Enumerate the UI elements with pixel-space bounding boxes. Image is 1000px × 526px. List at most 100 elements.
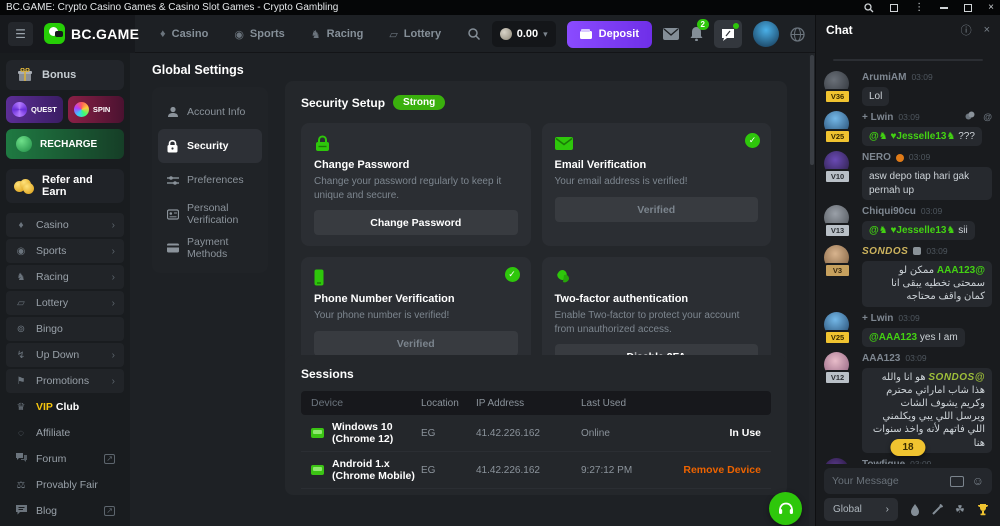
- card-description: Enable Two-factor to protect your accoun…: [555, 309, 759, 336]
- search-icon[interactable]: [864, 3, 874, 13]
- settings-tab-payment-methods[interactable]: Payment Methods: [158, 231, 262, 265]
- window-titlebar: BC.GAME: Crypto Casino Games & Casino Sl…: [0, 0, 1000, 15]
- brand-logo[interactable]: BC.GAME: [44, 23, 139, 44]
- username[interactable]: Chiqui90cu: [862, 205, 916, 218]
- remove-device-button[interactable]: Remove Device: [666, 464, 761, 476]
- chat-channel-selector[interactable]: Global ›: [824, 498, 898, 521]
- emoji-icon[interactable]: ☺: [972, 475, 984, 487]
- gold-coins-icon: [14, 179, 34, 193]
- language-globe-icon[interactable]: [790, 27, 805, 42]
- message-bubble: @AAA123 ممكن لو سمحتى تخطيه يبقى انا كما…: [862, 261, 992, 307]
- device-monitor-icon: [311, 428, 324, 438]
- chat-message-input[interactable]: [832, 475, 942, 487]
- refer-and-earn-button[interactable]: Refer and Earn: [6, 169, 124, 203]
- username[interactable]: Towfique: [862, 458, 905, 464]
- refer-label: Refer and Earn: [42, 174, 116, 198]
- mention[interactable]: @♞ ♥Jesselle13♞: [869, 225, 955, 236]
- chevron-right-icon: ›: [112, 298, 115, 309]
- bonus-button[interactable]: Bonus: [6, 60, 124, 90]
- sidebar-item-affiliate[interactable]: ◌ Affiliate: [6, 421, 124, 445]
- chat-close-icon[interactable]: ×: [984, 24, 990, 36]
- settings-tab-personal-verification[interactable]: Personal Verification: [158, 197, 262, 231]
- sidebar-item-sports[interactable]: ◉ Sports ›: [6, 239, 124, 263]
- settings-tab-account-info[interactable]: Account Info: [158, 95, 262, 129]
- sidebar-item-casino[interactable]: ♦ Casino ›: [6, 213, 124, 237]
- settings-tab-label: Preferences: [187, 174, 244, 186]
- col-last-used: Last Used: [581, 398, 666, 409]
- new-messages-badge[interactable]: 18: [890, 439, 925, 456]
- username[interactable]: ArumiAM: [862, 71, 906, 84]
- recharge-button[interactable]: RECHARGE: [6, 129, 124, 159]
- card-title: Change Password: [314, 159, 518, 171]
- email-verified-button[interactable]: Verified: [555, 197, 759, 222]
- lottery-icon: ▱: [15, 298, 27, 309]
- settings-tab-security[interactable]: Security: [158, 129, 262, 163]
- message-bubble: @SONDOS هو انا والله هذا شاب اماراتي محت…: [862, 368, 992, 453]
- deposit-button[interactable]: Deposit: [567, 21, 652, 48]
- session-location: EG: [421, 428, 476, 439]
- sidebar-item-label: Affiliate: [36, 427, 115, 439]
- nav-sports[interactable]: ◉ Sports: [234, 28, 284, 41]
- username[interactable]: + Lwin: [862, 312, 893, 325]
- username[interactable]: + Lwin: [862, 111, 893, 124]
- sidebar-toggle-button[interactable]: ☰: [8, 22, 33, 46]
- mention[interactable]: @SONDOS: [928, 372, 985, 383]
- username[interactable]: SONDOS: [862, 245, 908, 258]
- chat-messages[interactable]: V36 ArumiAM 03:09 Lol V25 + Lwin 03:09 @…: [816, 45, 1000, 464]
- notifications-bell-icon[interactable]: 2: [690, 27, 703, 41]
- mention[interactable]: @♞ ♥Jesselle13♞: [869, 131, 955, 142]
- sidebar-item-label: Lottery: [36, 297, 103, 309]
- menu-kebab-icon[interactable]: ⋮: [914, 2, 924, 13]
- sidebar-item-forum[interactable]: Forum ↗: [6, 447, 124, 471]
- avatar[interactable]: [824, 458, 849, 464]
- balance-selector[interactable]: 0.00 ▾: [492, 21, 556, 47]
- moderator-clover-icon[interactable]: ☘: [955, 503, 965, 516]
- chat-rules-icon[interactable]: [932, 504, 943, 515]
- sidebar-item-label: Casino: [36, 219, 103, 231]
- change-password-button[interactable]: Change Password: [314, 210, 518, 235]
- sidebar-item-bingo[interactable]: ⊚ Bingo: [6, 317, 124, 341]
- rewards-trophy-icon[interactable]: [977, 504, 989, 516]
- nav-label: Sports: [250, 28, 285, 40]
- sidebar-item-updown[interactable]: ↯ Up Down ›: [6, 343, 124, 367]
- sidebar-item-label: Provably Fair: [36, 479, 115, 491]
- mention[interactable]: @AAA123: [937, 265, 985, 276]
- sidebar-item-vip-club[interactable]: ♛ VIP Club: [6, 395, 124, 419]
- chat-rain-icon[interactable]: [910, 504, 920, 516]
- mention-at-icon[interactable]: @: [983, 111, 992, 124]
- phone-verified-button[interactable]: Verified: [314, 331, 518, 356]
- close-icon[interactable]: ×: [988, 2, 994, 13]
- level-badge: V10: [824, 169, 851, 184]
- nav-racing[interactable]: ♞ Racing: [311, 28, 364, 41]
- chevron-down-icon: ▾: [543, 29, 548, 40]
- tabs-icon[interactable]: [890, 4, 898, 12]
- sidebar-item-lottery[interactable]: ▱ Lottery ›: [6, 291, 124, 315]
- card-description: Your email address is verified!: [555, 175, 759, 189]
- gif-icon[interactable]: [950, 476, 964, 487]
- chat-toggle-button[interactable]: [714, 20, 742, 48]
- search-icon[interactable]: [467, 27, 481, 41]
- tip-coins-icon[interactable]: [965, 111, 975, 124]
- sidebar-item-racing[interactable]: ♞ Racing ›: [6, 265, 124, 289]
- chat-message: V25 + Lwin 03:09 @ @♞ ♥Jesselle13♞ ???: [824, 111, 992, 146]
- quest-button[interactable]: QUEST: [6, 96, 63, 123]
- username[interactable]: AAA123: [862, 352, 900, 365]
- user-avatar[interactable]: [753, 21, 779, 47]
- support-button[interactable]: [769, 492, 802, 525]
- sidebar-item-promotions[interactable]: ⚑ Promotions ›: [6, 369, 124, 393]
- sidebar-item-blog[interactable]: Blog ↗: [6, 499, 124, 523]
- spin-button[interactable]: SPIN: [68, 96, 124, 123]
- minimize-icon[interactable]: [940, 7, 948, 9]
- user-flair-icon: [896, 154, 904, 162]
- sidebar-item-provably-fair[interactable]: ⚖ Provably Fair: [6, 473, 124, 497]
- nav-lottery[interactable]: ▱ Lottery: [389, 28, 441, 41]
- mention[interactable]: @AAA123: [869, 332, 917, 343]
- inbox-icon[interactable]: [663, 28, 679, 40]
- settings-tab-preferences[interactable]: Preferences: [158, 163, 262, 197]
- username[interactable]: NERO: [862, 151, 891, 164]
- restore-icon[interactable]: [964, 4, 972, 12]
- nav-casino[interactable]: ♦ Casino: [160, 28, 208, 40]
- casino-icon: ♦: [15, 220, 27, 231]
- chat-info-icon[interactable]: ⓘ: [961, 22, 972, 38]
- chevron-right-icon: ›: [112, 376, 115, 387]
